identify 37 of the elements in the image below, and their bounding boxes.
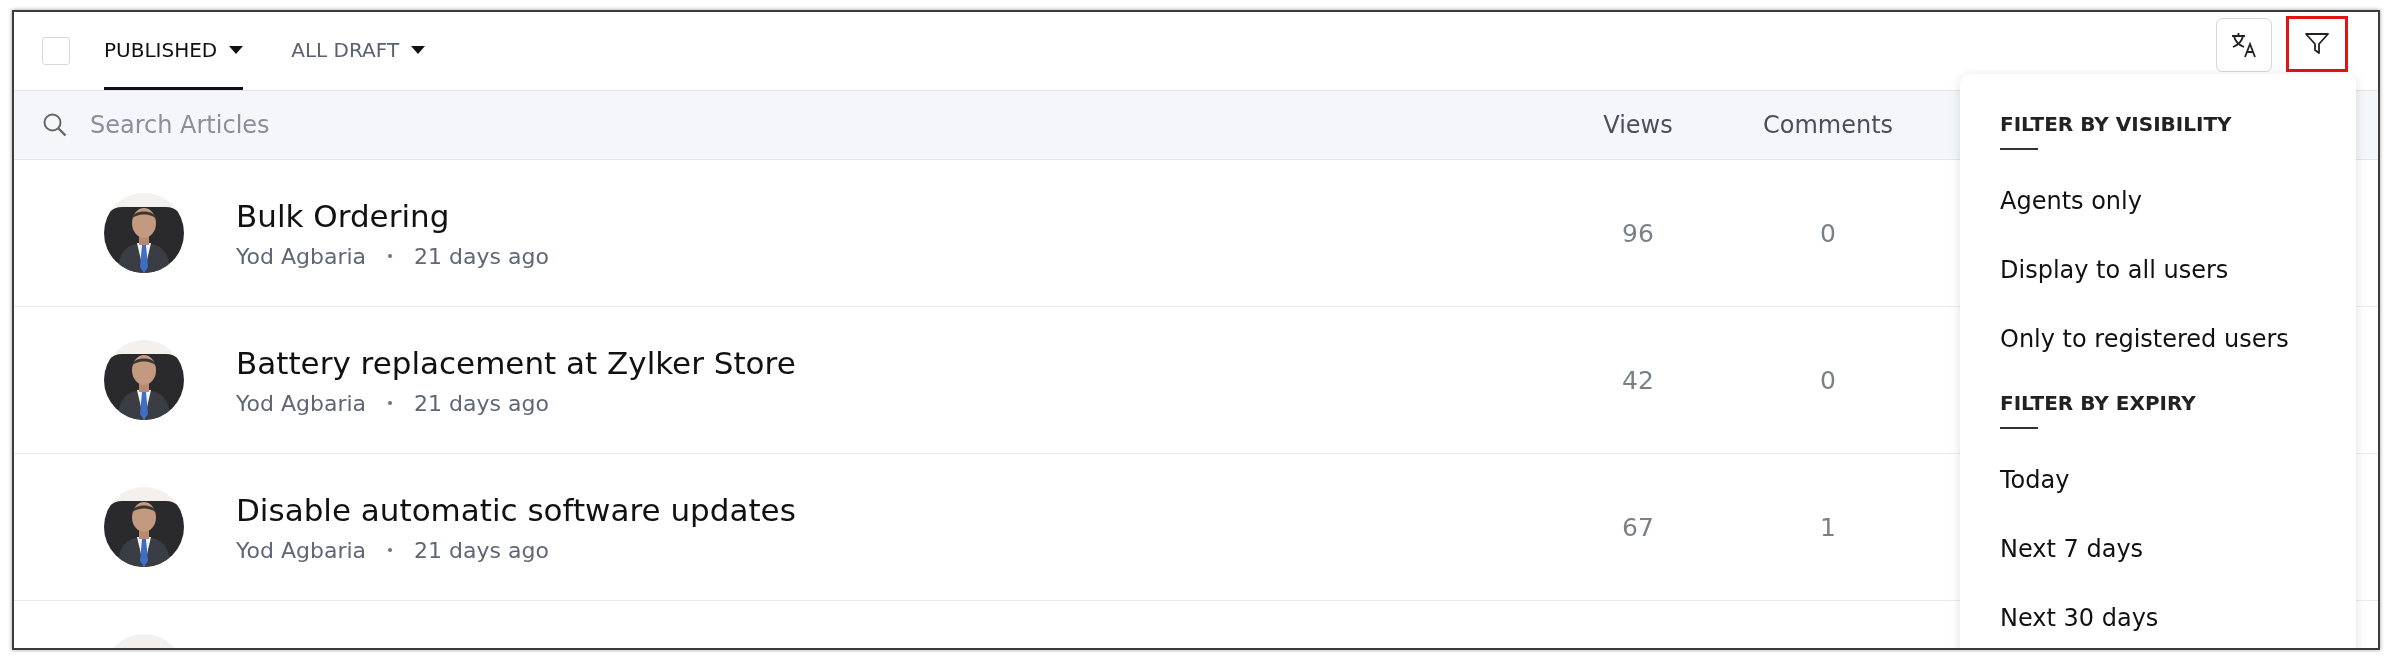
column-header[interactable]: Views [1558, 111, 1718, 139]
comments-count: 0 [1820, 218, 1836, 248]
article-title[interactable]: Battery replacement at Zylker Store [236, 344, 796, 381]
comments-count: 0 [1820, 365, 1836, 395]
search-icon [42, 112, 68, 138]
article-title[interactable]: Disable automatic software updates [236, 491, 796, 528]
dot-separator-icon [388, 548, 393, 552]
views-count: 96 [1622, 218, 1654, 248]
article-age: 21 days ago [414, 243, 549, 269]
author-name: Yod Agbaria [236, 243, 367, 269]
tab[interactable]: ALL DRAFT [291, 12, 426, 90]
article-age: 21 days ago [414, 390, 549, 416]
menu-item[interactable]: Next 7 days [2000, 514, 2144, 583]
menu-item[interactable]: Agents only [2000, 166, 2142, 235]
select-all-checkbox[interactable] [42, 37, 70, 65]
comments-count: 1 [1820, 512, 1836, 542]
translate-button[interactable] [2216, 18, 2272, 72]
menu-item[interactable]: Next 30 days [2000, 583, 2159, 648]
dot-separator-icon [388, 401, 393, 405]
translate-icon [2230, 31, 2258, 59]
menu-item[interactable]: Display to all users [2000, 235, 2229, 304]
author-name: Yod Agbaria [236, 390, 367, 416]
caret-icon [229, 45, 244, 54]
search-input[interactable]: Search Articles [90, 107, 1558, 143]
menu-heading: FILTER BY EXPIRY [2000, 391, 2196, 415]
menu-item[interactable]: Today [2000, 445, 2070, 514]
article-title[interactable]: Bulk Ordering [236, 197, 450, 234]
caret-icon [411, 45, 426, 54]
views-count: 42 [1622, 365, 1654, 395]
article-age: 21 days ago [414, 537, 549, 563]
column-header[interactable]: Comments [1718, 111, 1938, 139]
filter-button[interactable] [2286, 16, 2348, 72]
author-name: Yod Agbaria [236, 537, 367, 563]
menu-heading: FILTER BY VISIBILITY [2000, 112, 2232, 136]
views-count: 67 [1622, 512, 1654, 542]
dot-separator-icon [388, 254, 393, 258]
menu-item[interactable]: Only to registered users [2000, 304, 2289, 373]
